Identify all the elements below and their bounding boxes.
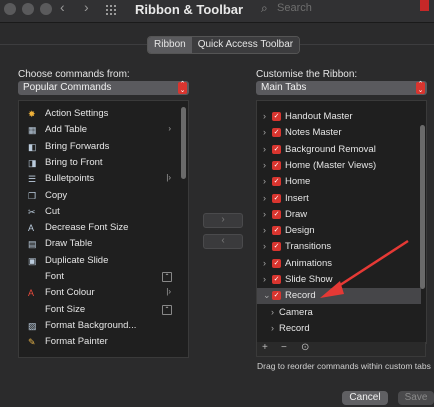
annotation-arrow-head — [320, 281, 344, 298]
annotation-arrow-shaft — [333, 239, 409, 291]
annotation-arrow — [320, 239, 409, 298]
